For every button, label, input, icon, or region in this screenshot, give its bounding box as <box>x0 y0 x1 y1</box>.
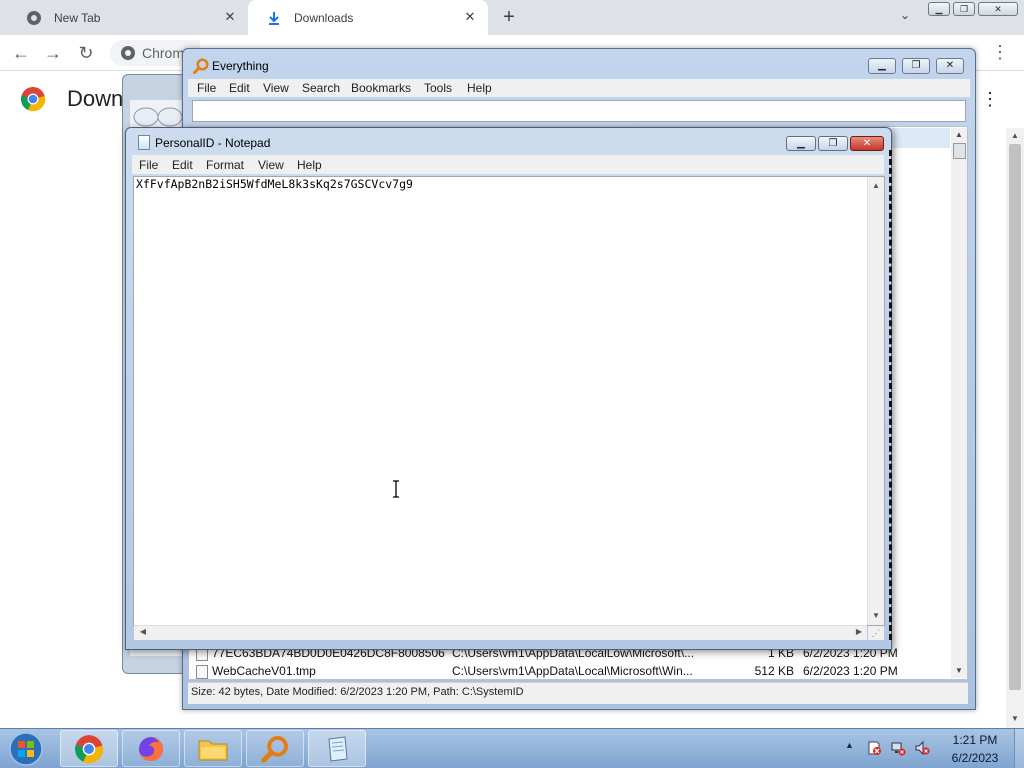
close-icon[interactable]: ✕ <box>462 9 478 25</box>
text-editor[interactable] <box>133 176 885 626</box>
nav-buttons-icon <box>133 107 183 127</box>
volume-muted-icon[interactable] <box>914 740 930 756</box>
tab-downloads[interactable]: Downloads ✕ <box>248 0 488 35</box>
page-title: Down <box>67 86 124 111</box>
chrome-icon <box>75 734 104 763</box>
scrollbar-thumb[interactable] <box>1009 144 1021 690</box>
file-path: C:\Users\vm1\AppData\Local\Microsoft\Win… <box>452 664 693 678</box>
taskbar-chrome[interactable] <box>60 730 118 767</box>
scroll-down-icon[interactable]: ▼ <box>1006 712 1024 726</box>
more-menu-icon[interactable]: ⋮ <box>980 88 1000 110</box>
window-title: Everything <box>212 59 269 73</box>
minimize-button[interactable]: ▁ <box>786 136 816 151</box>
tab-label: Downloads <box>294 10 354 25</box>
chrome-logo-icon <box>20 87 46 112</box>
show-desktop-button[interactable] <box>1014 729 1024 768</box>
more-menu-icon[interactable]: ⋮ <box>988 40 1012 64</box>
notepad-icon <box>328 735 348 762</box>
maximize-button[interactable]: ❐ <box>953 2 975 16</box>
search-input[interactable] <box>192 100 966 122</box>
tab-label: New Tab <box>54 10 101 25</box>
menu-bar <box>132 155 884 174</box>
minimize-button[interactable]: ▁ <box>868 58 896 74</box>
taskbar-everything[interactable] <box>246 730 304 767</box>
resize-outline <box>889 150 893 640</box>
folder-icon <box>198 740 228 760</box>
maximize-button[interactable]: ❐ <box>818 136 848 151</box>
resize-grip-icon[interactable]: ⋰ <box>868 626 884 640</box>
menu-tools[interactable]: Tools <box>424 81 452 95</box>
menu-edit[interactable]: Edit <box>172 158 193 172</box>
menu-view[interactable]: View <box>263 81 289 95</box>
vertical-scrollbar[interactable] <box>867 177 884 625</box>
chrome-icon <box>121 46 135 60</box>
close-icon[interactable]: ✕ <box>222 9 238 25</box>
back-icon[interactable]: ← <box>10 42 32 64</box>
scroll-up-icon[interactable]: ▲ <box>951 128 967 142</box>
notepad-icon <box>138 135 150 150</box>
taskbar-explorer[interactable] <box>184 730 242 767</box>
close-button[interactable]: ✕ <box>978 2 1018 16</box>
magnifier-icon <box>261 735 288 763</box>
maximize-button[interactable]: ❐ <box>902 58 930 74</box>
text-cursor-icon <box>393 480 399 498</box>
scroll-up-icon[interactable]: ▲ <box>869 179 883 193</box>
status-text: Size: 42 bytes, Date Modified: 6/2/2023 … <box>191 686 524 698</box>
start-button[interactable] <box>6 731 46 767</box>
scroll-up-icon[interactable]: ▲ <box>1006 129 1024 143</box>
menu-bookmarks[interactable]: Bookmarks <box>351 81 411 95</box>
menu-help[interactable]: Help <box>297 158 322 172</box>
chevron-down-icon[interactable]: ⌄ <box>895 8 915 26</box>
new-tab-button[interactable]: + <box>498 6 520 28</box>
file-name: WebCacheV01.tmp <box>212 664 316 678</box>
menu-file[interactable]: File <box>197 81 216 95</box>
magnifier-icon <box>193 58 209 74</box>
close-button[interactable]: ✕ <box>850 136 884 151</box>
clock-date[interactable]: 6/2/2023 <box>940 751 1010 765</box>
action-center-icon[interactable] <box>866 740 882 756</box>
clock-time[interactable]: 1:21 PM <box>940 733 1010 747</box>
list-item[interactable]: WebCacheV01.tmp C:\Users\vm1\AppData\Loc… <box>192 663 952 681</box>
menu-view[interactable]: View <box>258 158 284 172</box>
scrollbar[interactable] <box>951 128 967 678</box>
menu-file[interactable]: File <box>139 158 158 172</box>
menu-help[interactable]: Help <box>467 81 492 95</box>
close-button[interactable]: ✕ <box>936 58 964 74</box>
horizontal-scrollbar[interactable] <box>134 625 867 640</box>
tab-new-tab[interactable]: New Tab ✕ <box>8 0 248 35</box>
file-size: 512 KB <box>754 664 794 678</box>
menu-edit[interactable]: Edit <box>229 81 250 95</box>
file-icon <box>196 665 208 679</box>
address-text: Chrom <box>142 45 185 61</box>
show-hidden-icons-icon[interactable]: ▲ <box>845 740 854 750</box>
document-text[interactable]: XfFvfApB2nB2iSH5WfdMeL8k3sKq2s7GSCVcv7g9 <box>136 177 413 191</box>
download-icon <box>266 10 282 26</box>
scroll-down-icon[interactable]: ▼ <box>951 664 967 678</box>
scroll-left-icon[interactable]: ◀ <box>136 625 150 639</box>
taskbar-firefox[interactable] <box>122 730 180 767</box>
scroll-right-icon[interactable]: ▶ <box>852 625 866 639</box>
menu-search[interactable]: Search <box>302 81 340 95</box>
network-icon[interactable] <box>890 740 906 756</box>
menu-format[interactable]: Format <box>206 158 244 172</box>
scrollbar-thumb[interactable] <box>953 143 966 159</box>
selected-row-highlight <box>890 128 950 148</box>
taskbar-notepad[interactable] <box>308 730 366 767</box>
window-title: PersonalID - Notepad <box>155 136 271 150</box>
firefox-icon <box>139 736 163 761</box>
chrome-icon <box>26 10 42 26</box>
file-date: 6/2/2023 1:20 PM <box>803 664 898 678</box>
minimize-button[interactable]: ▁ <box>928 2 950 16</box>
reload-icon[interactable]: ↻ <box>75 42 97 64</box>
scroll-down-icon[interactable]: ▼ <box>869 609 883 623</box>
forward-icon[interactable]: → <box>42 42 64 64</box>
